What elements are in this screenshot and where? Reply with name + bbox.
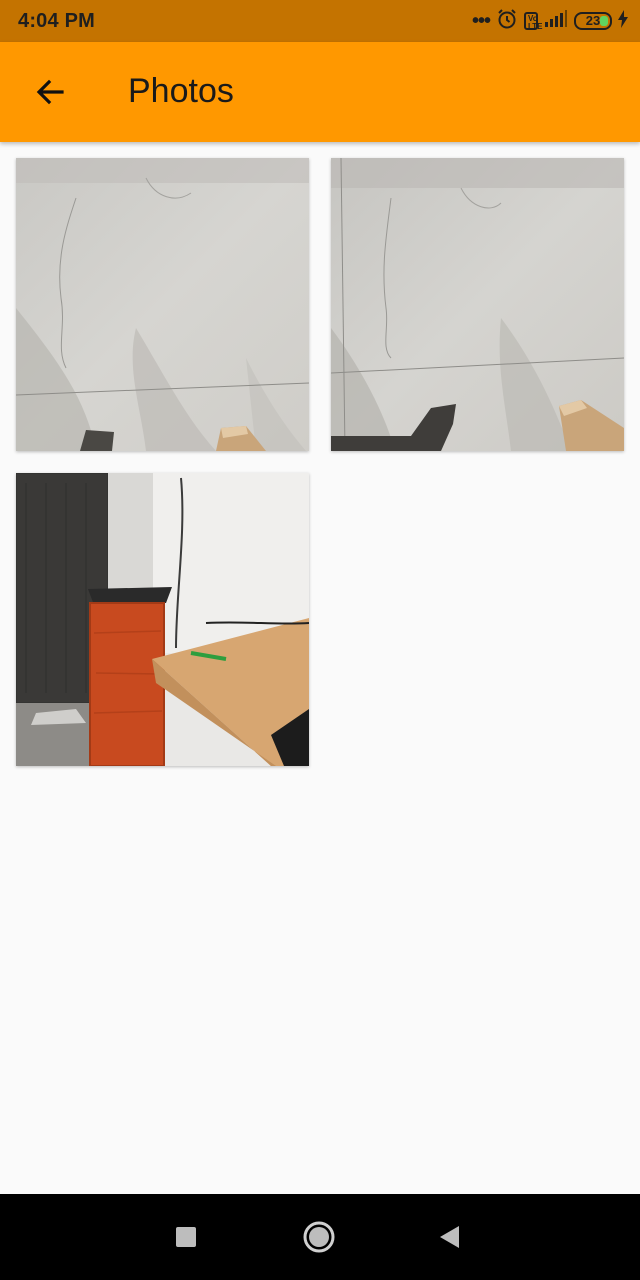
arrow-back-icon [36, 79, 64, 105]
status-time: 4:04 PM [18, 10, 95, 32]
status-icons: ••• Vo LTE 23 [471, 8, 628, 35]
photo-thumbnail-3[interactable] [16, 473, 309, 766]
battery-level: 23 [585, 13, 601, 28]
photo-thumbnail-2[interactable] [331, 158, 624, 451]
square-icon [176, 1227, 196, 1247]
app-bar: Photos [0, 42, 640, 142]
page-title: Photos [128, 72, 234, 110]
recents-button[interactable] [165, 1216, 207, 1258]
charging-icon [618, 9, 628, 33]
circle-icon [303, 1221, 335, 1253]
battery-icon: 23 [574, 12, 612, 30]
alarm-icon [496, 8, 518, 35]
back-button[interactable] [26, 68, 74, 116]
photo-thumbnail-1[interactable] [16, 158, 309, 451]
status-bar: 4:04 PM ••• Vo LTE 23 [0, 0, 640, 42]
system-back-button[interactable] [429, 1216, 471, 1258]
volte-icon: Vo LTE [524, 12, 543, 31]
signal-icon [544, 9, 568, 33]
more-notifications-icon: ••• [471, 10, 491, 32]
home-button[interactable] [298, 1216, 340, 1258]
triangle-back-icon [440, 1226, 459, 1248]
system-navigation-bar [0, 1194, 640, 1280]
